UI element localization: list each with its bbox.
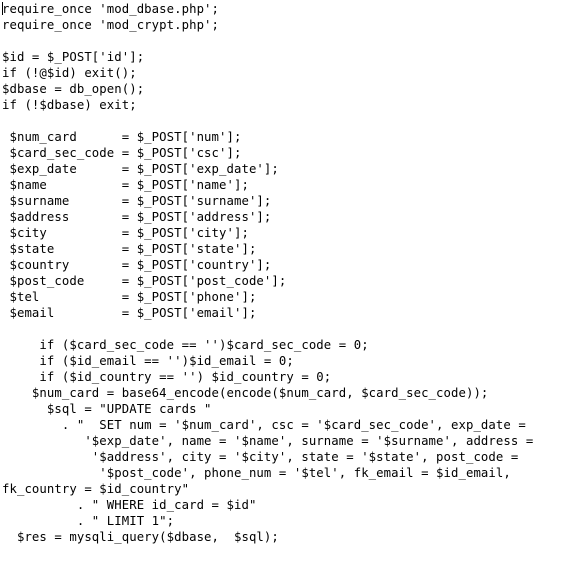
code-line: '$exp_date', name = '$name', surname = '… bbox=[2, 434, 534, 448]
code-document[interactable]: require_once 'mod_dbase.php'; require_onc… bbox=[0, 0, 578, 563]
code-line: if (!@$id) exit(); bbox=[2, 66, 137, 80]
code-line: '$address', city = '$city', state = '$st… bbox=[2, 450, 519, 464]
code-line: $state = $_POST['state']; bbox=[2, 242, 257, 256]
code-line: $email = $_POST['email']; bbox=[2, 306, 257, 320]
code-line: $address = $_POST['address']; bbox=[2, 210, 272, 224]
code-line: '$post_code', phone_num = '$tel', fk_ema… bbox=[2, 466, 511, 480]
code-line: $card_sec_code = $_POST['csc']; bbox=[2, 146, 242, 160]
code-line: $post_code = $_POST['post_code']; bbox=[2, 274, 287, 288]
code-line: $res = mysqli_query($dbase, $sql); bbox=[2, 530, 279, 544]
code-line: $tel = $_POST['phone']; bbox=[2, 290, 257, 304]
code-line: $surname = $_POST['surname']; bbox=[2, 194, 272, 208]
code-line: . " SET num = '$num_card', csc = '$card_… bbox=[2, 418, 526, 432]
code-line: . " LIMIT 1"; bbox=[2, 514, 175, 528]
code-line: . " WHERE id_card = $id" bbox=[2, 498, 257, 512]
code-line: $sql = "UPDATE cards " bbox=[2, 402, 212, 416]
code-line: $id = $_POST['id']; bbox=[2, 50, 145, 64]
code-line: $name = $_POST['name']; bbox=[2, 178, 249, 192]
code-line: $city = $_POST['city']; bbox=[2, 226, 249, 240]
code-line: if ($id_email == '')$id_email = 0; bbox=[2, 354, 294, 368]
code-line: $country = $_POST['country']; bbox=[2, 258, 272, 272]
code-line: fk_country = $id_country" bbox=[2, 482, 190, 496]
code-line: $exp_date = $_POST['exp_date']; bbox=[2, 162, 279, 176]
code-line: if ($card_sec_code == '')$card_sec_code … bbox=[2, 338, 369, 352]
code-line: $num_card = base64_encode(encode($num_ca… bbox=[2, 386, 489, 400]
code-line: if ($id_country == '') $id_country = 0; bbox=[2, 370, 332, 384]
code-line: $num_card = $_POST['num']; bbox=[2, 130, 242, 144]
code-line-list: require_once 'mod_dbase.php'; require_onc… bbox=[2, 1, 533, 545]
code-line: require_once 'mod_crypt.php'; bbox=[2, 18, 220, 32]
code-line: $dbase = db_open(); bbox=[2, 82, 145, 96]
code-line: if (!$dbase) exit; bbox=[2, 98, 137, 112]
code-line: require_once 'mod_dbase.php'; bbox=[2, 2, 220, 16]
